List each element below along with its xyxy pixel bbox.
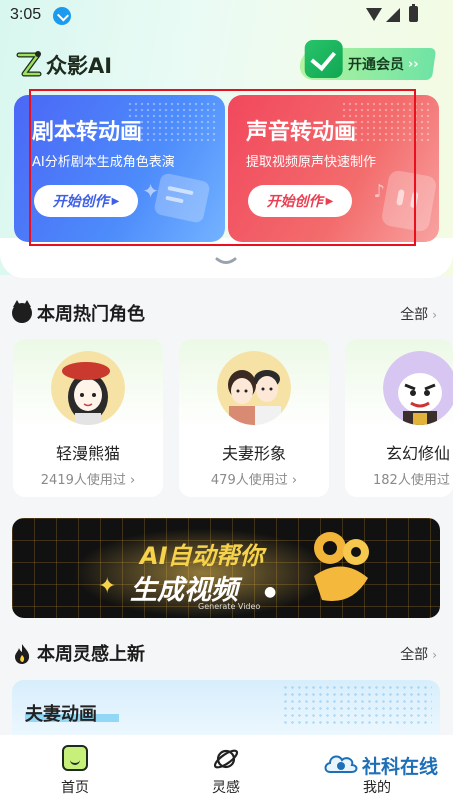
music-note-icon: ♪ — [373, 181, 386, 202]
sparkle-icon: ● — [264, 584, 277, 600]
chevron-right-icon: › — [432, 308, 437, 322]
audio-to-animation-card[interactable]: 声音转动画 提取视频原声快速制作 开始创作 ▶ ♪ — [228, 95, 439, 242]
character-name: 轻漫熊猫 — [55, 444, 120, 463]
character-card[interactable]: 夫妻形象 479人使用过 › — [179, 339, 329, 497]
card-title: 剧本转动画 — [32, 120, 143, 145]
nav-label: 首页 — [61, 780, 89, 796]
cat-icon — [12, 300, 32, 323]
z-logo-icon — [16, 50, 42, 80]
character-card[interactable]: 轻漫熊猫 2419人使用过 › — [13, 339, 163, 497]
character-usage: 2419人使用过 › — [40, 473, 136, 488]
inspiration-heading: 本周灵感上新 — [12, 640, 145, 666]
app-logo: 众影AI — [16, 48, 112, 82]
signal-icon — [386, 8, 400, 22]
dot-pattern — [282, 684, 432, 724]
see-all-label: 全部 — [400, 307, 429, 323]
vip-button[interactable]: 开通会员 ›› — [297, 40, 437, 80]
character-avatar — [217, 351, 291, 425]
check-badge-icon — [304, 40, 343, 78]
3d-letters-icon — [314, 532, 369, 602]
inspiration-title: 夫妻动画 — [25, 704, 97, 725]
play-arrow-icon: ▶ — [325, 195, 334, 207]
character-avatar — [383, 351, 453, 425]
play-arrow-icon: ▶ — [111, 195, 120, 207]
nav-inspiration[interactable]: 灵感 — [186, 745, 266, 797]
banner-subtitle: Generate Video — [198, 602, 261, 611]
nav-home[interactable]: 首页 — [35, 745, 115, 797]
double-chevron-icon: ›› — [408, 56, 419, 72]
section-title: 本周灵感上新 — [37, 644, 145, 665]
script-to-animation-card[interactable]: 剧本转动画 AI分析剧本生成角色表演 开始创作 ▶ ✦ — [14, 95, 225, 242]
battery-icon — [409, 4, 418, 22]
card-subtitle: 提取视频原声快速制作 — [246, 155, 377, 170]
planet-icon — [212, 745, 240, 773]
see-all-characters-link[interactable]: 全部 › — [400, 304, 437, 324]
fire-icon — [12, 643, 32, 664]
sparkle-icon: ✦ — [98, 574, 117, 599]
status-bar: 3:05 — [0, 0, 453, 32]
download-icon — [53, 7, 71, 25]
nav-label: 灵感 — [212, 780, 240, 796]
watermark-logo: 社科在线 — [322, 745, 447, 785]
status-time: 3:05 — [10, 6, 42, 23]
watermark-text: 社科在线 — [362, 755, 439, 778]
button-label: 开始创作 — [52, 194, 109, 210]
face-box-icon — [380, 169, 438, 233]
start-create-button[interactable]: 开始创作 ▶ — [34, 185, 138, 217]
app-name: 众影AI — [46, 54, 113, 78]
character-avatar — [51, 351, 125, 425]
cloud-logo-icon — [324, 755, 358, 773]
see-all-inspiration-link[interactable]: 全部 › — [400, 644, 437, 664]
character-usage: 182人使用过 — [373, 473, 450, 488]
card-title: 声音转动画 — [246, 120, 357, 145]
wifi-icon — [366, 8, 382, 21]
hot-characters-heading: 本周热门角色 — [12, 300, 145, 326]
inspiration-card[interactable]: 夫妻动画 — [12, 680, 440, 740]
character-card[interactable]: 玄幻修仙 182人使用过 — [345, 339, 453, 497]
vip-label: 开通会员 — [348, 57, 404, 73]
generate-video-banner[interactable]: ✦ ● AI自动帮你 生成视频 Generate Video — [12, 518, 440, 618]
chevron-down-icon[interactable] — [214, 256, 238, 268]
start-create-button[interactable]: 开始创作 ▶ — [248, 185, 352, 217]
home-icon — [61, 745, 89, 773]
banner-headline: AI自动帮你 — [140, 542, 264, 570]
document-icon — [153, 172, 211, 224]
character-name: 夫妻形象 — [221, 444, 286, 463]
button-label: 开始创作 — [266, 194, 323, 210]
see-all-label: 全部 — [400, 647, 429, 663]
chevron-right-icon: › — [432, 648, 437, 662]
character-usage: 479人使用过 › — [210, 473, 298, 488]
card-subtitle: AI分析剧本生成角色表演 — [32, 155, 175, 170]
section-title: 本周热门角色 — [37, 304, 145, 325]
character-name: 玄幻修仙 — [386, 444, 451, 463]
